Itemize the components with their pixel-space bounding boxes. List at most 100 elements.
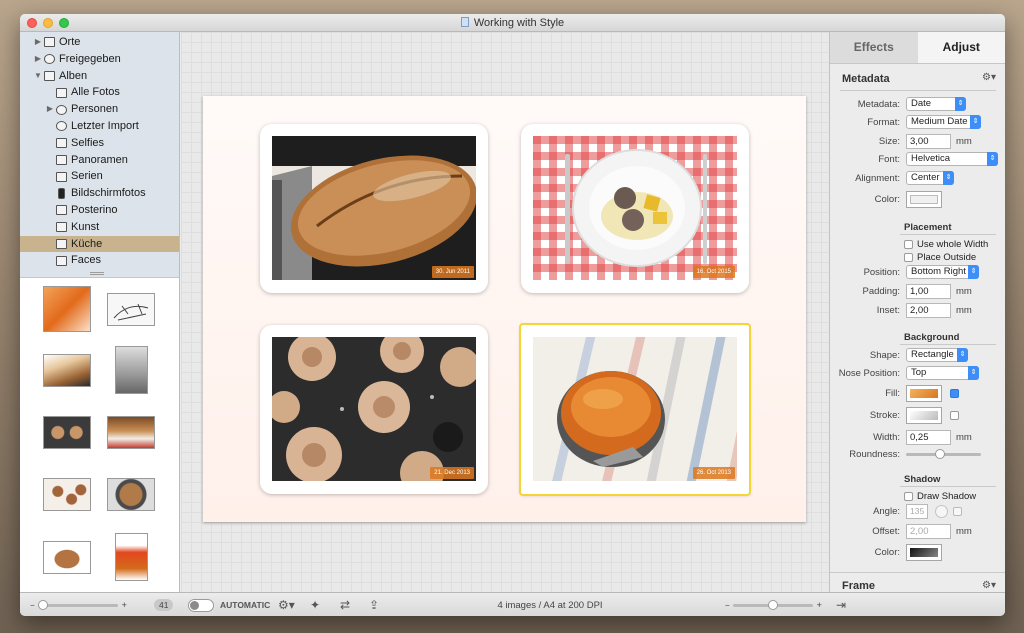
- tab-effects[interactable]: Effects: [830, 32, 918, 63]
- zoom-slider[interactable]: [732, 599, 813, 610]
- thumb-size-large-icon: +: [121, 600, 127, 610]
- metadata-popup[interactable]: Date ⇕: [906, 97, 966, 111]
- close-window-button[interactable]: [27, 18, 37, 28]
- thumbnail[interactable]: [107, 416, 155, 449]
- angle-field[interactable]: 135: [906, 503, 928, 519]
- metadata-color-well[interactable]: [906, 191, 942, 208]
- use-whole-width-label: Use whole Width: [917, 238, 989, 250]
- photo-card[interactable]: 30. Jun 2011: [260, 124, 488, 293]
- layout-page[interactable]: 30. Jun 2011 16. Oct 2015 21. Dec 2013 2…: [203, 96, 806, 522]
- fill-color-well[interactable]: [906, 385, 942, 402]
- photo-card-selected[interactable]: 26. Oct 2013: [519, 323, 751, 496]
- photo-card[interactable]: 21. Dec 2013: [260, 325, 488, 494]
- minimize-window-button[interactable]: [43, 18, 53, 28]
- thumbnail[interactable]: [43, 354, 91, 387]
- sidebar-item[interactable]: Selfies: [20, 135, 179, 152]
- shape-label: Shape:: [869, 349, 900, 361]
- sidebar-item[interactable]: ▶ Freigegeben: [20, 51, 179, 68]
- disclosure-triangle-icon[interactable]: ▶: [46, 101, 54, 118]
- gear-menu-icon[interactable]: ⚙▾: [278, 598, 295, 612]
- font-popup[interactable]: Helvetica ⇕: [906, 152, 998, 166]
- inset-field[interactable]: 2,00: [906, 302, 951, 318]
- thumbnail-grid: [20, 278, 179, 592]
- wrench-icon[interactable]: ⚙▾: [982, 72, 996, 83]
- toggle-inspector-icon[interactable]: ⇥: [836, 598, 846, 612]
- position-popup[interactable]: Bottom Right ⇕: [906, 265, 979, 279]
- zoom-out-icon: −: [725, 600, 730, 610]
- thumbnail-count-badge: 41: [154, 599, 174, 611]
- stroke-color-well[interactable]: [906, 407, 942, 424]
- share-icon[interactable]: ⇪: [369, 598, 379, 612]
- offset-field[interactable]: 2,00: [906, 523, 951, 539]
- sidebar-item[interactable]: Posterino: [20, 202, 179, 219]
- photo-card[interactable]: 16. Oct 2015: [521, 124, 749, 293]
- format-popup[interactable]: Medium Date ⇕: [906, 115, 981, 129]
- metadata-value: Date: [911, 98, 932, 109]
- format-value: Medium Date: [911, 116, 968, 127]
- thumbnail[interactable]: [107, 293, 155, 326]
- width-field[interactable]: 0,25: [906, 429, 951, 445]
- sidebar-item[interactable]: Panoramen: [20, 152, 179, 169]
- bottom-toolbar: − + 41 AUTOMATIC ⚙▾ ✦ ⇄ ⇪ 4 images / A4 …: [20, 592, 1005, 616]
- thumbnail[interactable]: [43, 286, 91, 332]
- disclosure-triangle-icon[interactable]: ▼: [34, 68, 42, 85]
- album-icon: [56, 222, 67, 233]
- thumbnail[interactable]: [43, 416, 91, 449]
- shuffle-icon[interactable]: ⇄: [340, 598, 350, 612]
- alignment-popup[interactable]: Center ⇕: [906, 171, 954, 185]
- thumbnail-size-slider[interactable]: [37, 599, 118, 610]
- thumbnail[interactable]: [115, 346, 148, 394]
- sidebar-item[interactable]: Serien: [20, 168, 179, 185]
- nose-position-label: Nose Position:: [838, 367, 900, 379]
- sidebar-item[interactable]: ▼ Alben: [20, 68, 179, 85]
- sidebar: ▶ Orte ▶ Freigegeben ▼ Alben Alle Fotos ▶ Person…: [20, 32, 180, 592]
- magic-wand-icon[interactable]: ✦: [310, 598, 320, 612]
- canvas-area: 30. Jun 2011 16. Oct 2015 21. Dec 2013 2…: [181, 32, 829, 592]
- padding-unit: mm: [956, 285, 972, 297]
- angle-checkbox[interactable]: [953, 506, 962, 516]
- thumbnail[interactable]: [43, 478, 91, 511]
- date-stamp: 16. Oct 2015: [692, 266, 735, 278]
- thumbnail[interactable]: [115, 533, 148, 581]
- status-text: 4 images / A4 at 200 DPI: [497, 599, 603, 611]
- sidebar-item[interactable]: Faces: [20, 252, 179, 269]
- stroke-checkbox[interactable]: [950, 411, 959, 420]
- thumbnail-size-knob[interactable]: [37, 599, 48, 610]
- thumbnail[interactable]: [43, 541, 91, 574]
- draw-shadow-label: Draw Shadow: [917, 490, 977, 502]
- tab-adjust[interactable]: Adjust: [917, 32, 1005, 63]
- split-handle[interactable]: [90, 272, 104, 275]
- sidebar-item[interactable]: Letzter Import: [20, 118, 179, 135]
- roundness-slider[interactable]: [906, 448, 981, 459]
- draw-shadow-checkbox[interactable]: [904, 491, 913, 501]
- sidebar-item[interactable]: Alle Fotos: [20, 84, 179, 101]
- use-whole-width-checkbox[interactable]: [904, 239, 913, 249]
- automatic-toggle[interactable]: [188, 598, 214, 612]
- size-field[interactable]: 3,00: [906, 133, 951, 149]
- roundness-knob[interactable]: [935, 448, 946, 459]
- padding-label: Padding:: [862, 285, 900, 297]
- place-outside-checkbox[interactable]: [904, 252, 913, 262]
- angle-dial[interactable]: [935, 504, 948, 518]
- photo-plate: 16. Oct 2015: [533, 136, 737, 280]
- sidebar-item[interactable]: ▶ Orte: [20, 34, 179, 51]
- sidebar-item[interactable]: ▶ Personen: [20, 101, 179, 118]
- disclosure-triangle-icon[interactable]: ▶: [34, 51, 42, 68]
- shadow-color-well[interactable]: [906, 544, 942, 561]
- sidebar-item-label: Serien: [71, 170, 103, 183]
- zoom-knob[interactable]: [767, 599, 778, 610]
- sidebar-item[interactable]: Küche: [20, 235, 179, 253]
- thumbnail[interactable]: [107, 478, 155, 511]
- frame-wrench-icon[interactable]: ⚙▾: [982, 580, 996, 591]
- sidebar-item[interactable]: Bildschirmfotos: [20, 185, 179, 202]
- album-icon: [56, 238, 67, 249]
- zoom-window-button[interactable]: [59, 18, 69, 28]
- fill-checkbox[interactable]: [950, 389, 959, 398]
- shape-popup[interactable]: Rectangle ⇕: [906, 348, 968, 362]
- sidebar-item[interactable]: Kunst: [20, 219, 179, 236]
- disclosure-triangle-icon[interactable]: ▶: [34, 34, 42, 51]
- sidebar-item-label: Faces: [71, 254, 101, 267]
- inspector-panel: Effects Adjust Metadata ⚙▾ Metadata: Dat…: [829, 32, 1005, 592]
- nose-position-popup[interactable]: Top ⇕: [906, 366, 979, 380]
- padding-field[interactable]: 1,00: [906, 283, 951, 299]
